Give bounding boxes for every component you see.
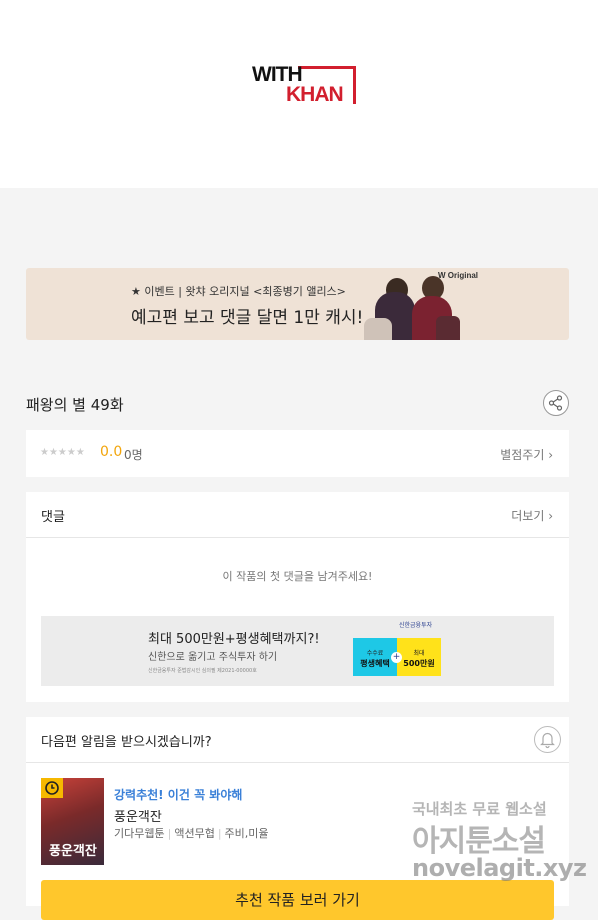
ad-box-max-top: 최대 [413,650,425,657]
banner-headline: 예고편 보고 댓글 달면 1만 캐시! [131,308,364,328]
ad-banner[interactable]: 최대 500만원+평생혜택까지?! 신한으로 옮기고 주식투자 하기 신한금융투… [41,616,554,686]
notify-header: 다음편 알림을 받으시겠습니까? [26,717,569,763]
watermark: 국내최초 무료 웹소설 아지툰소설 novelagit.xyz [410,798,598,888]
notify-title: 다음편 알림을 받으시겠습니까? [41,735,212,750]
novel-author: 주비,미율 [224,827,269,840]
novel-genre: 액션무협 [174,827,215,840]
ad-fine-print: 신한금융투자 준법감시인 심의필 제2021-00000호 [148,668,257,674]
comments-card: 댓글 더보기 › 이 작품의 첫 댓글을 남겨주세요! 최대 500만원+평생혜… [26,492,569,702]
comments-empty-message: 이 작품의 첫 댓글을 남겨주세요! [222,570,373,583]
ad-box-max: 최대 500만원 [397,638,441,676]
novel-tag: 기다무웹툰 [114,827,165,840]
novel-title[interactable]: 풍운객잔 [114,806,162,825]
novel-meta: 기다무웹툰 | 액션무협 | 주비,미율 [114,827,269,840]
banner-brand: W Original [438,271,478,280]
comments-header: 댓글 더보기 › [26,492,569,538]
ad-logo: 신한금융투자 [399,622,433,629]
episode-title-row: 패왕의 별 49화 [26,390,569,418]
ad-box-max-bottom: 500만원 [403,659,435,668]
rating-stars[interactable]: ★★★★★ [40,447,85,458]
event-banner[interactable]: ★ 이벤트 | 왓챠 오리지널 <최종병기 앨리스> 예고편 보고 댓글 달면 … [26,268,569,340]
watermark-url: novelagit.xyz [412,854,587,882]
share-button[interactable] [543,390,569,416]
comments-more-link[interactable]: 더보기 › [511,507,553,524]
novel-thumbnail[interactable]: 풍운객잔 [41,778,104,865]
rate-button[interactable]: 별점주기 › [500,446,553,463]
episode-title: 패왕의 별 49화 [26,396,124,414]
notify-bell-button[interactable] [534,726,561,753]
ad-subtitle: 신한으로 옮기고 주식투자 하기 [148,652,278,663]
ad-plus-icon: + [391,652,402,663]
logo-text-top: WITH [252,63,303,86]
ad-headline: 최대 500만원+평생혜택까지?! [148,632,320,647]
logo[interactable]: WITH KHAN [252,64,362,110]
recommend-label: 강력추천! 이건 꼭 봐야해 [114,788,243,802]
logo-text-bottom: KHAN [286,83,344,106]
comments-title: 댓글 [41,510,65,525]
rating-score: 0.0 [100,444,123,460]
rating-card: ★★★★★ 0.0 0명 별점주기 › [26,430,569,477]
share-icon [548,395,563,411]
bell-icon [540,732,555,749]
site-header: WITH KHAN [0,0,598,188]
ad-box-fee-bottom: 평생혜택 [360,659,390,668]
wait-free-badge [41,778,63,798]
banner-subtitle: ★ 이벤트 | 왓챠 오리지널 <최종병기 앨리스> [131,285,346,298]
rating-count: 0명 [124,448,143,462]
clock-icon [45,781,59,795]
thumbnail-title: 풍운객잔 [49,844,97,859]
